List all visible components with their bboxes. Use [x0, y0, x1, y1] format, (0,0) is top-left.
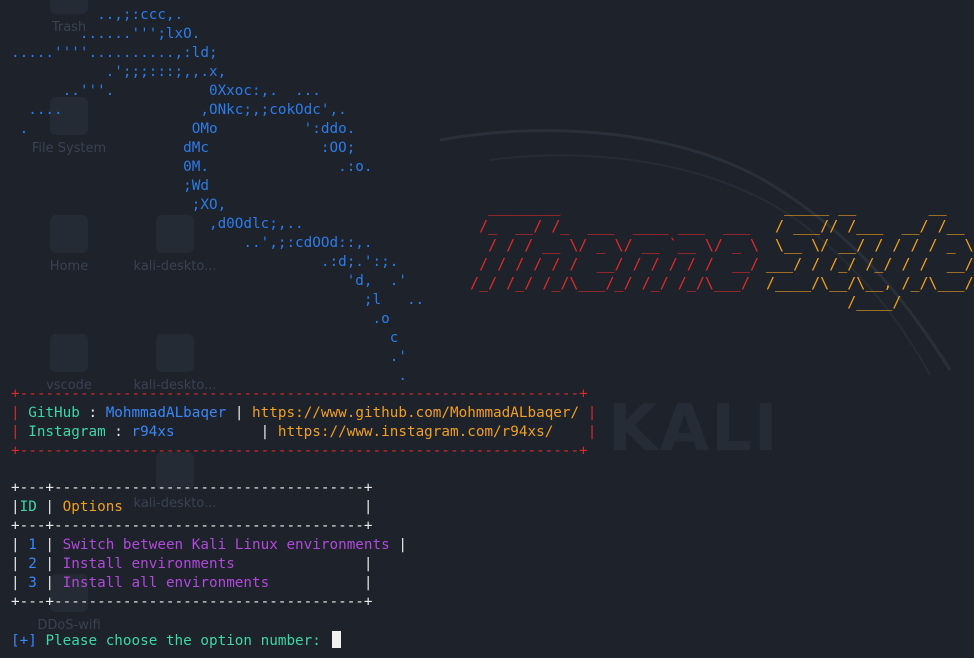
table-border-top: +---+-----------------------------------… [11, 480, 373, 496]
github-link[interactable]: https://www.github.com/MohmmadALbaqer/ [252, 405, 579, 421]
kali-ascii-logo: ..,;:ccc,. ......''';lxO. .....''''.....… [11, 7, 425, 384]
github-label: GitHub [28, 405, 80, 421]
option-install-environments: Install environments [62, 556, 235, 572]
option-id-1: 1 [28, 537, 37, 553]
options-table: +---+-----------------------------------… [11, 480, 407, 610]
id-column-header: ID [19, 499, 37, 515]
github-username: MohmmadALbaqer [105, 405, 227, 421]
instagram-label: Instagram [28, 424, 106, 440]
option-switch-environments: Switch between Kali Linux environments [62, 537, 390, 553]
kali-watermark: KALI [608, 392, 780, 466]
option-prompt[interactable]: [+] Please choose the option number: [11, 631, 341, 651]
table-border-bottom: +---+-----------------------------------… [11, 594, 373, 610]
style-ascii-title: _____ __ __ / ___// /___ __/ /__ \__ \/ … [766, 198, 974, 311]
options-column-header: Options [62, 499, 123, 515]
contact-border-top: +---------------------------------------… [11, 386, 588, 402]
instagram-username: r94xs [131, 424, 175, 440]
option-id-3: 3 [28, 575, 37, 591]
terminal-cursor [331, 631, 341, 648]
option-install-all-environments: Install all environments [62, 575, 270, 591]
table-border-header: +---+-----------------------------------… [11, 518, 373, 534]
theme-ascii-title: ________ /_ __/ /_ ___ ____ ___ ___ / / … [470, 198, 760, 292]
instagram-link[interactable]: https://www.instagram.com/r94xs/ [278, 424, 553, 440]
prompt-marker: [+] [11, 633, 37, 649]
contact-box: +---------------------------------------… [11, 386, 597, 459]
prompt-text: Please choose the option number: [45, 633, 321, 649]
option-id-2: 2 [28, 556, 37, 572]
contact-border-bottom: +---------------------------------------… [11, 443, 588, 459]
